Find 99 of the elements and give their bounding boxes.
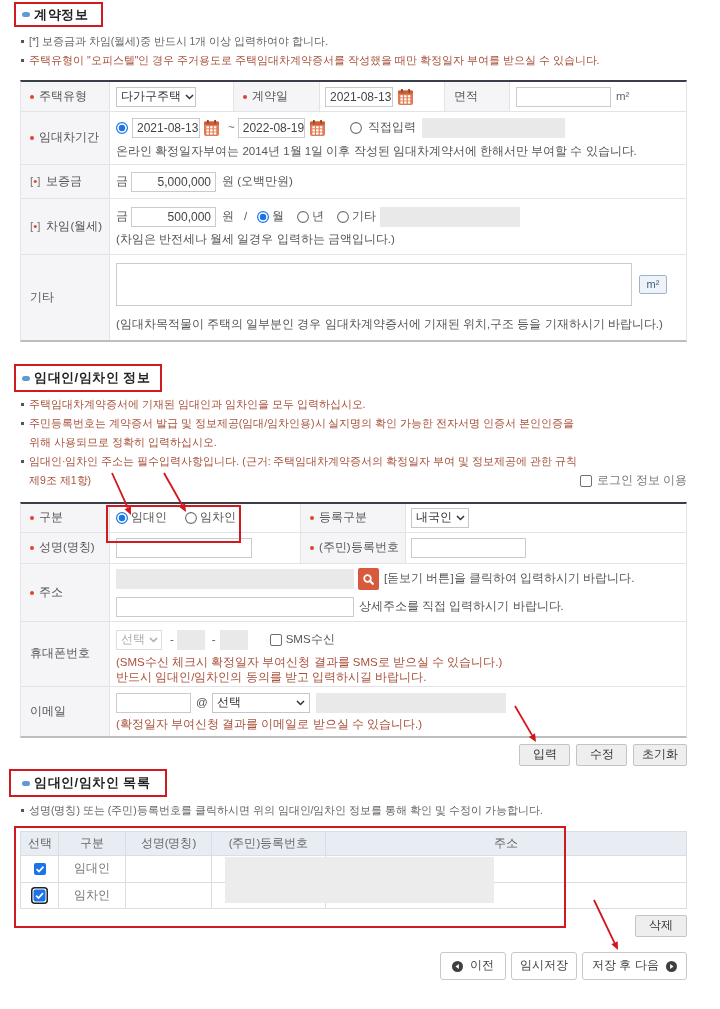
date-field[interactable]: 2021-08-13	[132, 117, 200, 138]
hint-text: [돋보기 버튼]을 클릭하여 입력하시기 바랍니다.	[384, 571, 635, 587]
note-text: 주택임대차계약증서에 기재된 임대인과 임차인을 모두 입력하십시오.	[29, 397, 366, 412]
pill-icon	[22, 780, 30, 786]
field-label: 이메일	[30, 703, 66, 719]
column-header: 주소	[494, 835, 518, 851]
input-field[interactable]	[411, 538, 526, 558]
table-cell-text: 임차인	[74, 887, 110, 903]
pill-icon	[22, 12, 30, 17]
caret-icon	[185, 93, 194, 100]
hint-text: 상세주소를 직접 입력하시기 바랍니다.	[359, 599, 564, 615]
section-title: 임대인/임차인 목록	[34, 774, 151, 792]
note-text: 주민등록번호는 계약증서 발급 및 정보제공(임대/임차인용)시 실지명의 확인 가능한 전자서명 인증서 본인인증을 위해 사용되므로 정확히 입력하십시오.	[29, 416, 576, 450]
field-label: 기타	[30, 289, 54, 305]
dash-separator: -	[211, 632, 216, 648]
hint-text: (임대차목적물이 주택의 일부분인 경우 임대차계약증서에 기재된 위치,구조 등을 기재하시기 바랍니다.)	[116, 317, 664, 332]
input-field[interactable]	[516, 86, 611, 107]
required-mark: [•]	[30, 218, 41, 234]
calendar-icon[interactable]	[204, 119, 219, 136]
pill-icon	[22, 375, 30, 381]
hint-text: (확정일자 부여신청 결과를 이메일로 받으실 수 있습니다.)	[116, 716, 424, 731]
unit-button[interactable]: m²	[639, 275, 667, 294]
unit-label: 원	[222, 208, 234, 224]
checkbox[interactable]	[31, 887, 48, 904]
caret-icon	[149, 637, 158, 643]
dash-separator: -	[170, 632, 174, 648]
bullet-icon	[21, 40, 24, 43]
required-mark: [•]	[30, 173, 41, 189]
currency-label: 금	[116, 173, 128, 189]
radio-option[interactable]: 월	[257, 207, 285, 226]
input-field[interactable]	[116, 692, 191, 713]
note-text: 성명(명칭) 또는 (주민)등록번호를 클릭하시면 위의 임대인/임차인 정보를 통해 확인 및 수정이 가능합니다.	[29, 803, 543, 818]
field-label: 차임(월세)	[46, 218, 103, 234]
at-sign: @	[196, 694, 208, 710]
checkbox-option[interactable]: 로그인 정보 이용	[579, 471, 687, 490]
radio-option[interactable]: 임대인	[116, 509, 167, 527]
nav-button[interactable]: 저장 후 다음	[582, 952, 687, 980]
hint-text: 온라인 확정일자부여는 2014년 1월 1일 이후 작성된 임대차계약서에 한해서만 부여할 수 있습니다.	[116, 143, 638, 159]
column-header: (주민)등록번호	[228, 835, 309, 851]
field-label: 휴대폰번호	[30, 646, 90, 662]
bullet-icon	[21, 403, 24, 406]
field-label: (주민)등록번호	[319, 540, 399, 556]
bullet-icon	[21, 422, 24, 425]
amount-field[interactable]: 5,000,000	[131, 171, 216, 192]
table-cell-text: 임대인	[74, 861, 110, 877]
field-label: 주소	[39, 584, 63, 600]
nav-button[interactable]: 이전	[440, 952, 506, 980]
bullet-icon	[21, 59, 24, 62]
amount-field[interactable]: 500,000	[131, 206, 216, 227]
bullet-icon	[21, 460, 24, 463]
column-header: 성명(명칭)	[140, 835, 197, 851]
field-label: 계약일	[252, 88, 288, 104]
field-label: 임대차기간	[39, 130, 99, 146]
hint-text: 반드시 임대인/임차인의 동의를 받고 입력하시길 바랍니다.	[116, 670, 428, 685]
bullet-icon	[21, 809, 24, 812]
radio-option[interactable]: 기타	[337, 207, 377, 226]
search-button[interactable]	[358, 568, 379, 590]
action-button[interactable]: 초기화	[633, 744, 687, 766]
calendar-icon[interactable]	[398, 88, 413, 105]
hint-text: (차임은 반전세나 월세 일경우 입력하는 금액입니다.)	[116, 231, 396, 247]
delete-button[interactable]: 삭제	[635, 915, 687, 937]
caret-icon	[456, 515, 465, 521]
radio-option[interactable]: 임차인	[185, 509, 236, 527]
field-label: 보증금	[46, 173, 83, 189]
caret-icon	[295, 699, 305, 706]
currency-label: 금	[116, 208, 128, 224]
section-title: 계약정보	[34, 5, 88, 24]
action-button[interactable]: 입력	[519, 744, 570, 766]
field-label: 구분	[39, 510, 63, 526]
date-field[interactable]: 2022-08-19	[237, 117, 305, 138]
field-label: 주택유형	[39, 88, 87, 104]
hint-text: (SMS수신 체크시 확정일자 부여신청 결과를 SMS로 받으실 수 있습니다.)	[116, 655, 504, 670]
date-field[interactable]: 2021-08-13	[325, 86, 393, 107]
input-field[interactable]	[116, 538, 252, 558]
search-icon	[363, 573, 374, 585]
range-separator: ~	[228, 119, 235, 135]
checkbox[interactable]	[33, 863, 46, 875]
input-field[interactable]	[116, 597, 354, 617]
field-label: 성명(명칭)	[39, 540, 95, 556]
calendar-icon[interactable]	[309, 119, 325, 136]
unit-label: 원 (오백만원)	[222, 173, 293, 189]
column-header: 구분	[80, 835, 104, 851]
note-text: 주택유형이 "오피스텔"인 경우 주거용도로 주택임대차계약증서를 작성했을 때만 확정일자 부여를 받으실 수 있습니다.	[29, 53, 600, 68]
radio-button[interactable]	[116, 121, 128, 134]
slash-separator: /	[244, 208, 248, 224]
field-label: 면적	[454, 88, 478, 104]
dropdown[interactable]: 내국인	[411, 508, 469, 528]
action-button[interactable]: 수정	[576, 744, 627, 766]
field-label: 등록구분	[319, 510, 367, 526]
radio-option[interactable]: 년	[297, 207, 325, 226]
text-area[interactable]	[116, 263, 632, 306]
unit-label: m²	[616, 88, 630, 104]
dropdown[interactable]: 선택	[211, 692, 310, 713]
column-header: 선택	[27, 835, 52, 851]
note-text: [*] 보증금과 차임(월세)중 반드시 1개 이상 입력하여야 합니다.	[29, 34, 329, 49]
nav-button[interactable]: 임시저장	[511, 952, 577, 980]
section-title: 임대인/임차인 정보	[34, 369, 151, 387]
dropdown[interactable]: 다가구주택	[116, 86, 196, 107]
note-text: 임대인·임차인 주소는 필수입력사항입니다. (근거: 주택임대차계약증서의 확정일자 부여 및 정보제공에 관한 규칙 제9조 제1항)	[29, 454, 578, 488]
